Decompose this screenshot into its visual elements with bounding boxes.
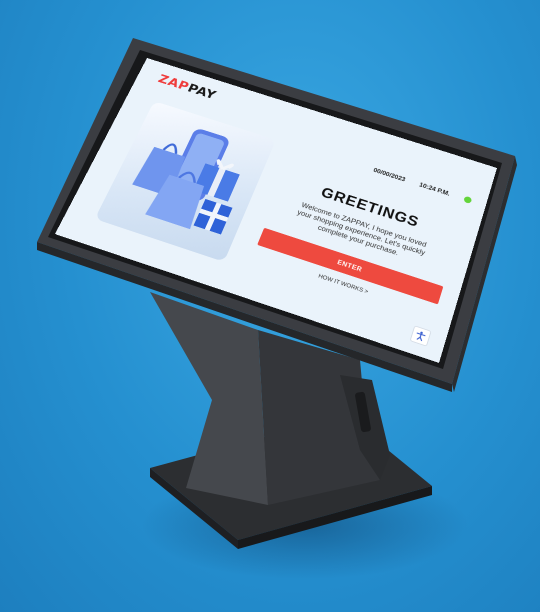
- hero-illustration: [94, 101, 277, 262]
- zappay-logo: ZAPPAY: [156, 72, 219, 102]
- shopping-bags-gifts-illustration: [132, 127, 240, 235]
- accessibility-button[interactable]: [409, 325, 432, 347]
- date-label: 00/00/2023: [372, 166, 407, 183]
- logo-pay: PAY: [185, 81, 219, 103]
- status-dot-icon: [463, 195, 473, 205]
- time-label: 10:24 P.M.: [418, 181, 451, 198]
- status-bar: 00/00/2023 10:24 P.M.: [372, 166, 473, 205]
- accessibility-icon: [414, 330, 427, 343]
